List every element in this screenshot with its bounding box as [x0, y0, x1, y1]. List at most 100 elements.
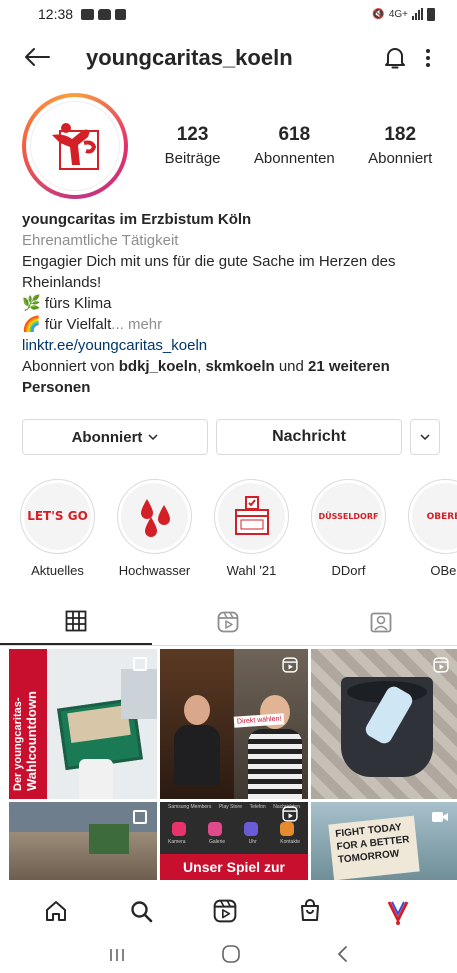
status-time: 12:38	[38, 6, 74, 22]
avatar	[30, 100, 120, 191]
highlight-label: Wahl '21	[226, 563, 277, 578]
highlight-oberbi[interactable]: OBERBI OBer	[408, 479, 457, 578]
gallery-notification-icon	[81, 8, 95, 20]
post-sign-text: FIGHT TODAY FOR A BETTER TOMORROW	[328, 815, 420, 880]
bio-category: Ehrenamtliche Tätigkeit	[22, 232, 179, 249]
message-button-label: Nachricht	[272, 428, 346, 445]
notification-icons	[81, 8, 127, 20]
highlight-cover-text: DÜSSELDORF	[318, 512, 379, 521]
profile-bio: youngcaritas im Erzbistum Köln Ehrenamtl…	[0, 209, 457, 398]
bio-description: Engagier Dich mit uns für die gute Sache…	[22, 253, 396, 291]
check-notification-icon	[115, 8, 127, 20]
post-menu-text: Kamera	[168, 839, 186, 845]
nav-reels-icon[interactable]	[213, 899, 237, 928]
followed-by[interactable]: Abonniert von bdkj_koeln, skmkoeln und 2…	[22, 356, 435, 398]
battery-icon	[427, 7, 435, 21]
status-bar: 12:38 🔇 4G+	[0, 0, 457, 28]
carousel-icon	[133, 657, 147, 671]
post-thumbnail[interactable]	[9, 802, 157, 880]
bio-display-name: youngcaritas im Erzbistum Köln	[22, 211, 252, 228]
signal-icon	[412, 8, 423, 20]
reel-icon	[433, 657, 449, 678]
highlight-label: OBer	[430, 563, 457, 578]
bag-notification-icon	[98, 8, 112, 20]
post-thumbnail[interactable]	[311, 649, 457, 799]
reel-icon	[282, 657, 298, 678]
highlight-cover-text: OBERBI	[426, 511, 457, 522]
post-menu-text: Kontakte	[280, 839, 300, 845]
video-camera-icon	[431, 810, 449, 829]
back-button-icon[interactable]	[336, 945, 350, 969]
profile-summary: 123 Beiträge 618 Abonnenten 182 Abonnier…	[0, 88, 457, 203]
post-title-line-1: Der youngcaritas-	[12, 697, 24, 791]
profile-actions: Abonniert Nachricht	[0, 419, 457, 455]
tab-reels[interactable]	[152, 598, 304, 645]
suggestions-dropdown-button[interactable]	[410, 419, 440, 455]
highlight-label: DDorf	[331, 563, 366, 578]
profile-header: youngcaritas_koeln	[0, 28, 457, 88]
nav-profile-avatar[interactable]	[383, 896, 413, 931]
followed-by-user-1: bdkj_koeln	[118, 358, 198, 375]
mute-icon: 🔇	[372, 8, 385, 20]
highlight-label: Hochwasser	[118, 563, 191, 578]
followed-by-prefix: Abonniert von	[22, 358, 115, 375]
followers-label: Abonnenten	[253, 150, 335, 167]
post-thumbnail[interactable]: Samsung Members Play Store Telefon Nachr…	[160, 802, 308, 880]
post-menu-text: Samsung Members	[168, 804, 212, 810]
back-arrow-icon[interactable]	[24, 45, 58, 71]
nav-shop-icon[interactable]	[298, 899, 322, 928]
android-navigation-bar	[0, 941, 457, 973]
following-button-label: Abonniert	[71, 428, 143, 446]
tab-tagged[interactable]	[305, 598, 457, 645]
youngcaritas-logo-icon	[52, 122, 99, 170]
nav-home-icon[interactable]	[44, 899, 68, 928]
following-label: Abonniert	[368, 150, 433, 167]
grid-icon	[65, 610, 87, 631]
story-highlights: LET'S GO Aktuelles Hochwasser Wahl '21 D…	[0, 479, 457, 578]
bio-diversity-text: 🌈 für Vielfalt	[22, 316, 112, 333]
bio-more-link[interactable]: ... mehr	[111, 316, 162, 333]
notification-bell-icon[interactable]	[375, 46, 415, 70]
reels-icon	[218, 611, 239, 632]
followed-by-and: und	[278, 358, 304, 375]
post-thumbnail[interactable]: Der youngcaritas- Wahlcountdown	[9, 649, 157, 799]
post-thumbnail[interactable]: FIGHT TODAY FOR A BETTER TOMORROW	[311, 802, 457, 880]
bio-climate-line: 🌿 fürs Klima	[22, 295, 112, 312]
post-thumbnail[interactable]: Direkt wählen!	[160, 649, 308, 799]
post-menu-text: Telefon	[249, 804, 266, 810]
following-stat[interactable]: 182 Abonniert	[368, 124, 432, 167]
post-title-line-2: Wahlcountdown	[24, 691, 39, 791]
water-drops-icon	[140, 498, 170, 537]
followers-count: 618	[278, 124, 311, 145]
carousel-icon	[133, 810, 147, 824]
profile-avatar-icon	[387, 901, 409, 925]
posts-label: Beiträge	[164, 150, 221, 167]
profile-content-tabs	[0, 598, 457, 646]
nav-search-icon[interactable]	[129, 899, 153, 928]
post-menu-text: Uhr	[248, 839, 257, 845]
recent-apps-icon[interactable]	[108, 946, 126, 969]
ballot-box-icon	[234, 495, 269, 535]
profile-stats: 123 Beiträge 618 Abonnenten 182 Abonnier…	[128, 124, 457, 167]
posts-stat[interactable]: 123 Beiträge	[165, 124, 221, 167]
posts-grid: Der youngcaritas- Wahlcountdown Direkt w…	[0, 649, 457, 880]
bio-website-link[interactable]: linktr.ee/youngcaritas_koeln	[22, 335, 435, 356]
chevron-down-icon	[148, 434, 158, 441]
post-menu-text: Play Store	[218, 804, 243, 810]
home-button-icon[interactable]	[221, 944, 241, 970]
highlight-hochwasser[interactable]: Hochwasser	[117, 479, 192, 578]
post-title: Unser Spiel zur	[160, 854, 308, 880]
avatar-story-ring[interactable]	[22, 92, 128, 199]
chevron-down-icon	[420, 434, 430, 441]
highlight-cover-text: LET'S GO	[27, 509, 88, 523]
followers-stat[interactable]: 618 Abonnenten	[254, 124, 335, 167]
highlight-wahl21[interactable]: Wahl '21	[214, 479, 289, 578]
highlight-aktuelles[interactable]: LET'S GO Aktuelles	[20, 479, 95, 578]
following-button[interactable]: Abonniert	[22, 419, 208, 455]
more-options-icon[interactable]	[415, 48, 441, 68]
tab-posts-grid[interactable]	[0, 598, 153, 645]
profile-username: youngcaritas_koeln	[86, 45, 293, 70]
highlight-ddorf[interactable]: DÜSSELDORF DDorf	[311, 479, 386, 578]
bottom-navigation	[0, 886, 457, 941]
message-button[interactable]: Nachricht	[216, 419, 402, 455]
